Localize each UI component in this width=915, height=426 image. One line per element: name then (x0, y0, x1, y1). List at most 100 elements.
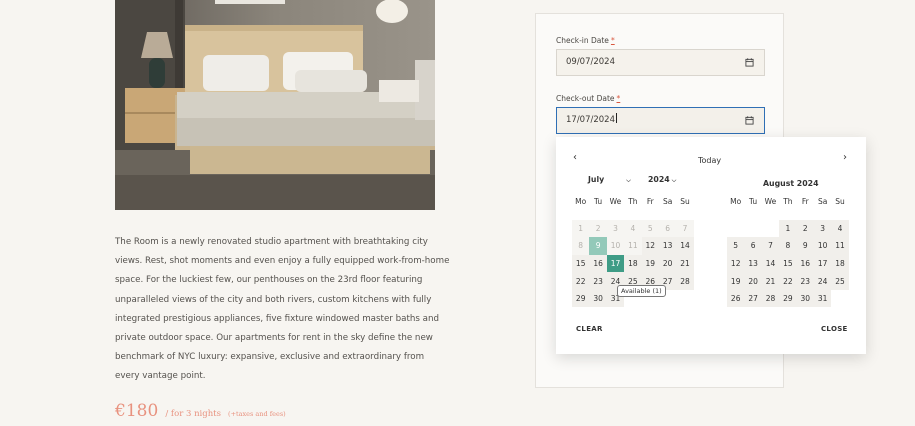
calendar-day[interactable]: 19 (641, 254, 659, 273)
calendar-day[interactable]: 18 (624, 254, 642, 273)
calendar-day[interactable]: 29 (572, 289, 590, 308)
calendar-day[interactable]: 16 (796, 254, 814, 273)
calendar-empty-cell (831, 290, 848, 307)
calendar-week-row: 1234 (727, 219, 849, 238)
calendar-day[interactable]: 22 (779, 272, 797, 290)
calendar-day[interactable]: 22 (572, 272, 590, 290)
calendar-day[interactable]: 5 (727, 237, 745, 255)
calendar-empty-cell (762, 220, 779, 237)
calendar-day[interactable]: 29 (779, 289, 797, 308)
calendar-day-disabled: 5 (641, 219, 659, 237)
calendar-day-disabled: 6 (658, 219, 677, 237)
calendar-day-checkout[interactable]: 17 (606, 254, 625, 273)
calendar-week-row: 12 13 14 15 16 17 18 (727, 254, 849, 273)
availability-tooltip: Available (1) (617, 285, 666, 297)
calendar-week-row: 15 16 17 18 19 20 21 (572, 254, 694, 273)
calendar-day[interactable]: 20 (744, 272, 762, 290)
calendar-icon[interactable] (745, 58, 754, 67)
calendar-day[interactable]: 14 (761, 254, 780, 273)
prev-month-button[interactable]: ‹ (573, 152, 577, 163)
calendar-day[interactable]: 18 (831, 254, 849, 273)
checkin-date-input[interactable]: 09/07/2024 (556, 49, 765, 76)
weekday-label: We (764, 196, 777, 206)
calendar-day[interactable]: 7 (761, 237, 780, 255)
calendar-day-disabled: 2 (589, 219, 607, 237)
calendar-day[interactable]: 25 (831, 272, 849, 290)
calendar-icon[interactable] (745, 116, 754, 125)
chevron-down-icon: ⌵ (626, 177, 631, 184)
next-month-button[interactable]: › (843, 152, 847, 163)
calendar-day[interactable]: 26 (727, 289, 745, 308)
calendar-day[interactable]: 17 (813, 254, 832, 273)
month-select[interactable]: July ⌵ (588, 175, 631, 185)
calendar-day[interactable]: 10 (813, 237, 832, 255)
calendar-week-row: 19 20 21 22 23 24 25 (727, 272, 849, 290)
calendar-day[interactable]: 21 (676, 254, 694, 273)
weekday-label: Su (680, 196, 690, 206)
date-picker: ‹ › Today July ⌵ 2024 ⌵ August 2024 Mo Tu We… (556, 137, 866, 354)
calendar-day[interactable]: 8 (779, 237, 797, 255)
calendar-day[interactable]: 31 (813, 289, 832, 308)
weekday-label: Mo (730, 196, 742, 206)
close-button[interactable]: CLOSE (821, 325, 848, 333)
calendar-day[interactable]: 24 (813, 272, 832, 290)
weekday-label: Fr (801, 196, 809, 206)
calendar-day[interactable]: 11 (831, 237, 849, 255)
month-select-value: July (588, 175, 605, 184)
calendar-day[interactable]: 9 (796, 237, 814, 255)
calendar-day[interactable]: 12 (727, 254, 745, 273)
calendar-day[interactable]: 23 (589, 272, 607, 290)
calendar-day[interactable]: 16 (589, 254, 607, 273)
calendar-day[interactable]: 1 (779, 219, 797, 237)
checkin-label: Check-in Date * (556, 36, 615, 45)
weekday-label: Sa (817, 196, 828, 206)
today-button[interactable]: Today (698, 156, 721, 165)
calendar-day[interactable]: 28 (676, 272, 694, 290)
calendar-day[interactable]: 4 (831, 219, 849, 237)
room-description: The Room is a newly renovated studio apa… (115, 237, 450, 382)
calendar-day[interactable]: 13 (658, 237, 677, 255)
month-title-august: August 2024 (763, 179, 819, 188)
year-select-value: 2024 (648, 175, 670, 184)
required-mark: * (616, 94, 621, 103)
calendar-day[interactable]: 13 (744, 254, 762, 273)
calendar-day[interactable]: 30 (589, 289, 607, 308)
calendar-day[interactable]: 20 (658, 254, 677, 273)
checkin-label-text: Check-in Date (556, 36, 609, 45)
calendar-week-row: 1234567 (572, 219, 694, 238)
calendar-day[interactable]: 27 (744, 289, 762, 308)
weekday-label: Sa (662, 196, 673, 206)
calendar-day-checkin[interactable]: 9 (589, 237, 607, 255)
weekday-header-row: Mo Tu We Th Fr Sa Su (572, 194, 694, 212)
calendar-day-disabled: 7 (676, 219, 694, 237)
calendar-day-disabled: 4 (624, 219, 642, 237)
price-taxes-note: (+taxes and fees) (228, 410, 286, 418)
price-period: / for 3 nights (165, 409, 221, 419)
price: €180 / for 3 nights (+taxes and fees) (115, 401, 286, 421)
year-select[interactable]: 2024 ⌵ (648, 175, 676, 185)
calendar-day[interactable]: 12 (641, 237, 659, 255)
calendar-empty-cell (727, 220, 744, 237)
calendar-day[interactable]: 30 (796, 289, 814, 308)
calendar-day[interactable]: 23 (796, 272, 814, 290)
weekday-label: Th (628, 196, 638, 206)
calendar-day[interactable]: 15 (779, 254, 797, 273)
weekday-label: Mo (575, 196, 587, 206)
chevron-down-icon: ⌵ (671, 177, 677, 184)
calendar-week-row: 5 6 7 8 9 10 11 (727, 237, 849, 255)
calendar-day[interactable]: 19 (727, 272, 745, 290)
calendar-day[interactable]: 28 (761, 289, 780, 308)
weekday-header-row: Mo Tu We Th Fr Sa Su (727, 194, 849, 212)
clear-button[interactable]: CLEAR (576, 325, 603, 333)
calendar-day[interactable]: 21 (761, 272, 780, 290)
calendar-day[interactable]: 6 (744, 237, 762, 255)
calendar-day[interactable]: 2 (796, 219, 814, 237)
calendar-day-disabled: 8 (572, 237, 590, 255)
weekday-label: Fr (646, 196, 654, 206)
checkout-date-input[interactable]: 17/07/2024 (556, 107, 765, 134)
weekday-label: Tu (748, 196, 758, 206)
calendar-day[interactable]: 15 (572, 254, 590, 273)
calendar-day[interactable]: 14 (676, 237, 694, 255)
calendar-day[interactable]: 3 (813, 219, 832, 237)
weekday-label: Tu (593, 196, 603, 206)
